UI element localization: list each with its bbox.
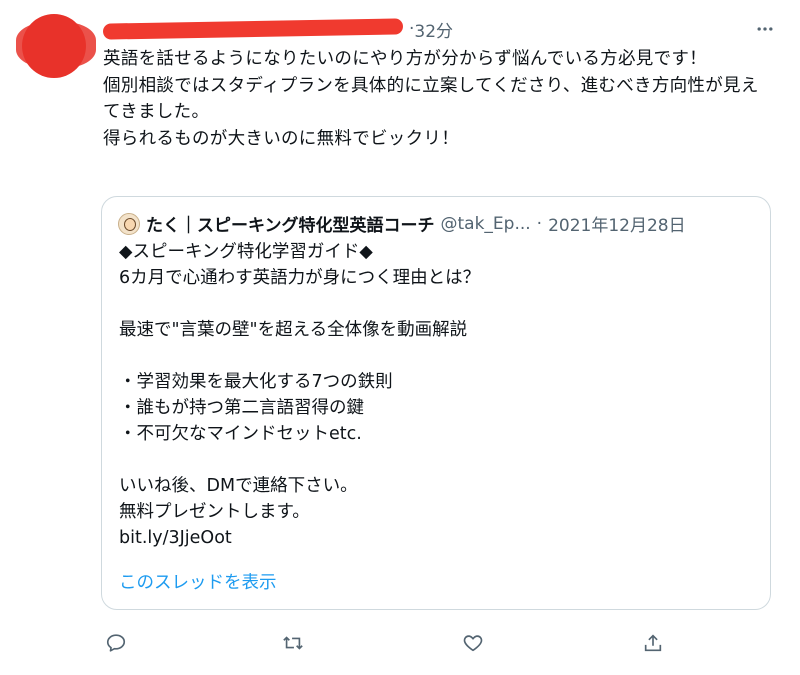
share-button[interactable]	[638, 628, 668, 658]
quoted-tweet-header: たく｜スピーキング特化型英語コーチ @tak_Ep... · 2021年12月2…	[118, 211, 686, 236]
tweet-time[interactable]: 32分	[414, 17, 453, 42]
more-icon	[757, 27, 773, 31]
quoted-tweet[interactable]: たく｜スピーキング特化型英語コーチ @tak_Ep... · 2021年12月2…	[101, 196, 771, 610]
tweet-header: · 32分	[102, 14, 453, 44]
quoted-user-name: たく｜スピーキング特化型英語コーチ	[146, 216, 435, 236]
like-button[interactable]	[458, 628, 488, 658]
quoted-user-handle: @tak_Ep...	[440, 213, 531, 234]
redacted-user-name	[102, 18, 404, 40]
tweet-text: 英語を話せるようになりたいのにやり方が分からず悩んでいる方必見です！ 個別相談で…	[103, 49, 759, 149]
like-icon	[463, 635, 483, 652]
avatar-redacted[interactable]	[16, 14, 96, 78]
quoted-avatar	[118, 212, 140, 235]
quoted-separator: ·	[536, 213, 543, 234]
retweet-icon	[283, 636, 303, 650]
reply-button[interactable]	[101, 628, 131, 658]
share-icon	[644, 634, 662, 652]
tweet[interactable]: · 32分 英語を話せるようになりたいのにやり方が分からず悩んでいる方必見です！…	[0, 0, 800, 675]
more-options-button[interactable]	[754, 18, 776, 40]
show-thread-link[interactable]: このスレッドを表示	[119, 569, 277, 594]
reply-icon	[106, 634, 126, 652]
quoted-date: 2021年12月28日	[548, 216, 686, 236]
tweet-actions	[101, 628, 681, 658]
retweet-button[interactable]	[278, 628, 308, 658]
quoted-tweet-text: ◆スピーキング特化学習ガイド◆ 6カ月で心通わす英語力が身につく理由とは？ 最速…	[119, 242, 481, 548]
